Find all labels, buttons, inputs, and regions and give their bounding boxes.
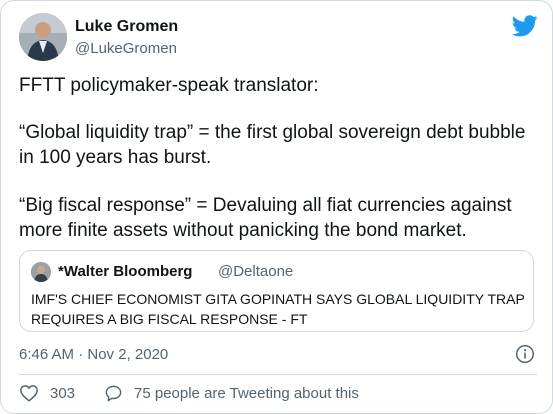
quoted-tweet[interactable]: *Walter Bloomberg @Deltaone IMF'S CHIEF …	[19, 250, 534, 332]
author-avatar[interactable]	[19, 13, 67, 61]
tweet-paragraph: “Global liquidity trap” = the first glob…	[19, 122, 526, 168]
divider	[19, 374, 537, 375]
author-handle[interactable]: @LukeGromen	[75, 40, 177, 57]
info-icon[interactable]	[515, 344, 535, 364]
tweet-card: Luke Gromen @LukeGromen FFTT policymaker…	[0, 0, 553, 414]
quoted-author-handle: @Deltaone	[218, 263, 294, 280]
quoted-author-name: *Walter Bloomberg	[58, 263, 193, 280]
reply-button[interactable]: 75 people are Tweeting about this	[104, 384, 359, 403]
tweet-paragraph: “Big fiscal response” = Devaluing all fi…	[19, 195, 512, 241]
comment-bubble-icon	[105, 385, 122, 402]
tweet-paragraph: FFTT policymaker-speak translator:	[19, 75, 319, 96]
quoted-author-avatar	[31, 262, 51, 282]
twitter-bird-icon[interactable]	[512, 15, 538, 37]
quoted-tweet-text: IMF'S CHIEF ECONOMIST GITA GOPINATH SAYS…	[31, 291, 525, 327]
heart-icon	[20, 385, 38, 402]
like-count: 303	[50, 384, 76, 402]
tweet-text: FFTT policymaker-speak translator: “Glob…	[19, 73, 539, 265]
reply-label: 75 people are Tweeting about this	[134, 385, 359, 402]
author-name[interactable]: Luke Gromen	[75, 18, 178, 36]
tweet-timestamp[interactable]: 6:46 AM · Nov 2, 2020	[19, 346, 168, 363]
like-button[interactable]: 303	[19, 384, 75, 402]
